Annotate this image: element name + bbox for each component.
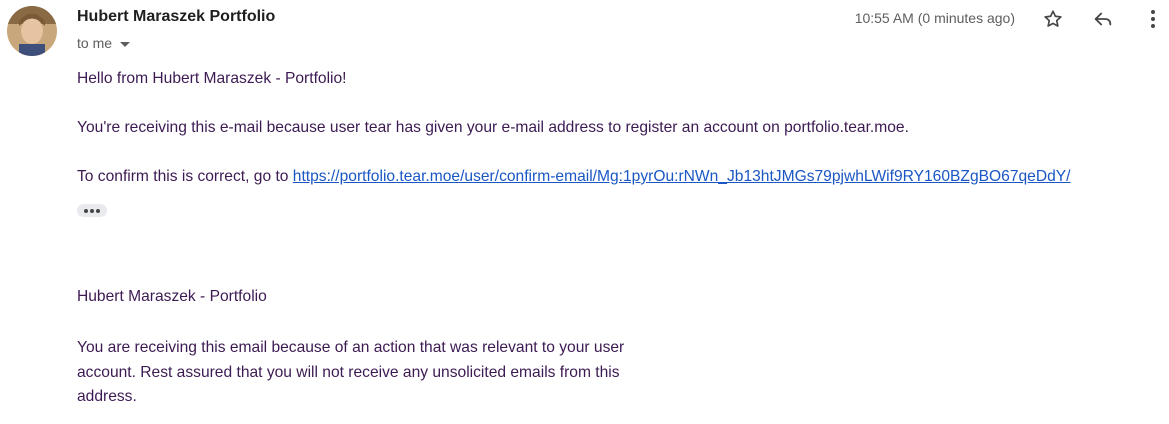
reason-text: You're receiving this e-mail because use…: [77, 119, 909, 136]
reply-button[interactable]: [1090, 6, 1116, 32]
sender-name[interactable]: Hubert Maraszek Portfolio: [77, 8, 275, 26]
footer-site-name: Hubert Maraszek - Portfolio: [77, 288, 267, 305]
star-outline-icon: [1044, 10, 1062, 27]
reply-icon: [1094, 12, 1112, 26]
sender-avatar[interactable]: [7, 6, 57, 56]
ellipsis-icon: [84, 208, 88, 213]
more-options-button[interactable]: [1140, 6, 1166, 32]
ellipsis-icon: [90, 208, 94, 213]
recipient-details[interactable]: to me: [77, 35, 131, 51]
confirm-email-link[interactable]: https://portfolio.tear.moe/user/confirm-…: [293, 168, 1071, 185]
avatar-photo: [7, 6, 57, 56]
show-trimmed-content-button[interactable]: [77, 204, 107, 217]
recipient-label: to me: [77, 35, 113, 51]
greeting-text: Hello from Hubert Maraszek - Portfolio!: [77, 70, 347, 87]
ellipsis-icon: [96, 208, 100, 213]
confirm-prefix: To confirm this is correct, go to: [77, 168, 293, 185]
footer-disclaimer: You are receiving this email because of …: [77, 339, 625, 405]
message-timestamp: 10:55 AM (0 minutes ago): [854, 10, 1015, 26]
confirm-line: To confirm this is correct, go to https:…: [77, 168, 1071, 186]
more-vertical-icon: [1151, 10, 1155, 28]
star-button[interactable]: [1040, 6, 1066, 32]
caret-down-icon[interactable]: [120, 41, 131, 47]
